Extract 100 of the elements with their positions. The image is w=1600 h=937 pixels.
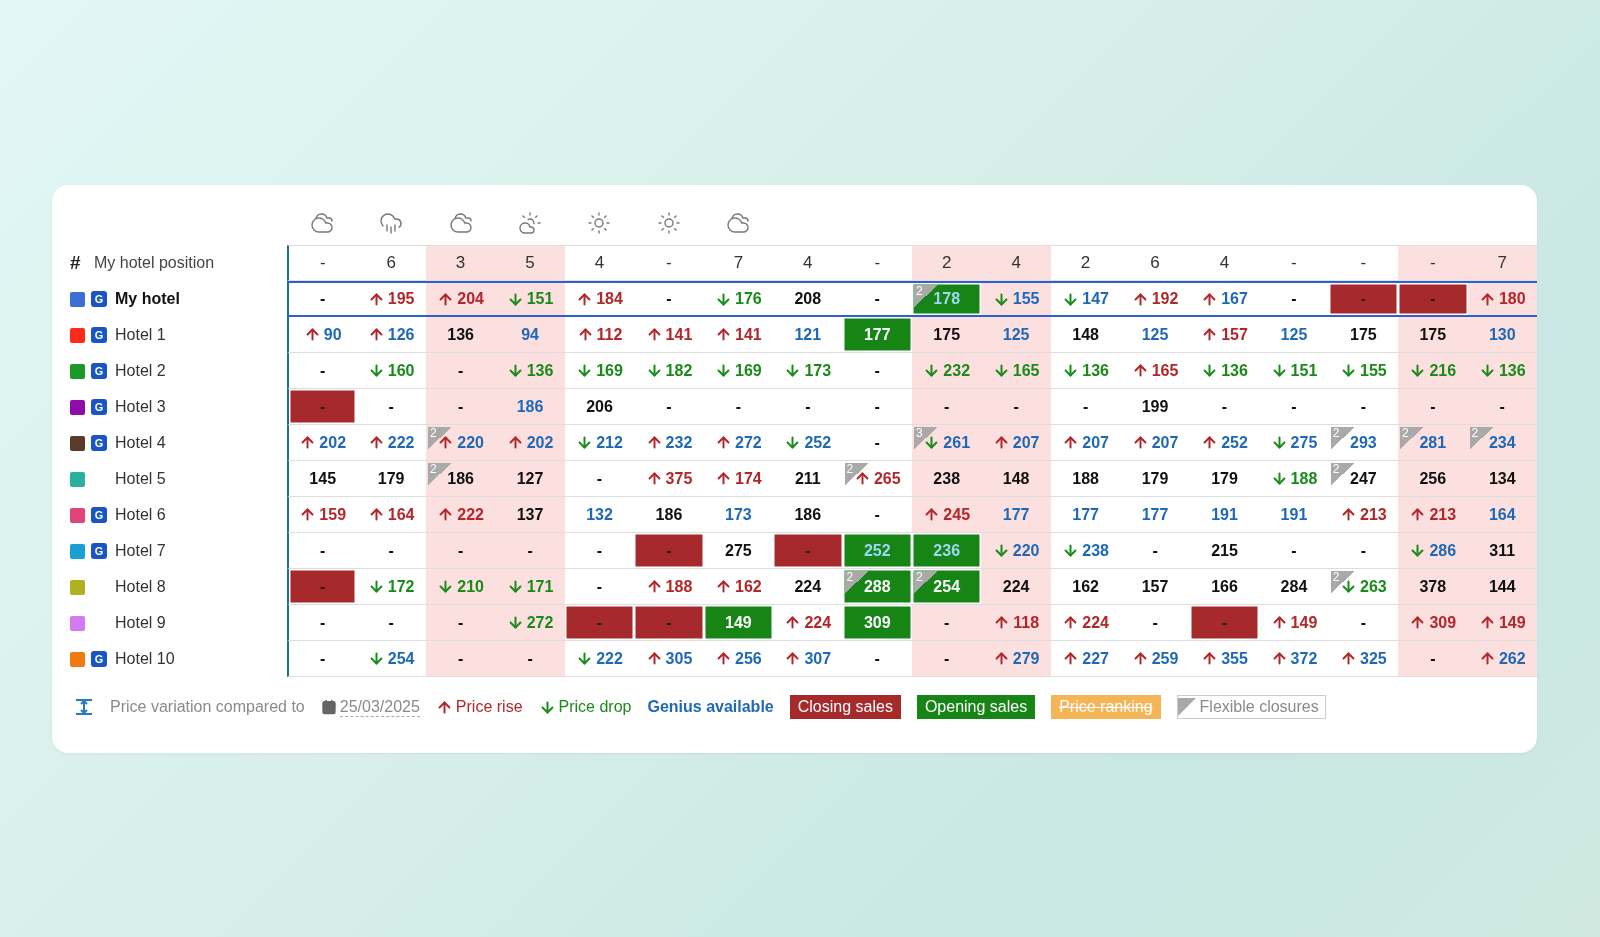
price-value: 286 — [1429, 541, 1457, 560]
price-value: 211 — [794, 469, 821, 488]
position-value: - — [666, 253, 672, 273]
price-value: 252 — [863, 541, 891, 560]
price-value: 145 — [309, 469, 337, 488]
price-value: 175 — [933, 325, 961, 344]
price-value: - — [1221, 613, 1228, 632]
price-value: 245 — [943, 505, 971, 524]
price-value: 215 — [1211, 541, 1238, 560]
price-value: 220 — [457, 433, 484, 452]
price-value: 195 — [387, 290, 415, 308]
position-value: - — [1360, 253, 1367, 273]
price-value: - — [320, 397, 326, 416]
price-value: - — [320, 577, 326, 596]
price-value: 134 — [1488, 469, 1516, 488]
price-value: 188 — [1290, 469, 1318, 488]
price-value: 179 — [1211, 469, 1238, 488]
arrow-down-icon — [992, 362, 1010, 379]
hotel-name: Hotel 9 — [115, 614, 166, 632]
price-value: - — [457, 649, 464, 668]
price-value: 167 — [1221, 290, 1248, 308]
triangle-icon — [1177, 698, 1196, 716]
date-link[interactable]: 25/03/2025 — [339, 697, 420, 717]
price-value: 232 — [943, 361, 971, 380]
price-value: - — [388, 613, 394, 632]
position-value: 6 — [1150, 253, 1160, 273]
price-value: 204 — [457, 290, 484, 308]
price-value: 216 — [1429, 361, 1457, 380]
price-value: - — [1291, 290, 1297, 308]
price-value: 132 — [586, 505, 613, 524]
price-value: - — [1291, 541, 1297, 560]
price-value: - — [944, 649, 950, 668]
price-value: 169 — [596, 361, 623, 380]
arrow-up-icon — [992, 650, 1010, 667]
price-value: 281 — [1419, 433, 1447, 452]
price-value: 191 — [1211, 505, 1238, 524]
price-value: 238 — [933, 469, 961, 488]
price-value: 176 — [735, 290, 762, 308]
price-value: 126 — [387, 325, 415, 344]
price-value: 159 — [319, 505, 347, 524]
hotel-name: Hotel 1 — [115, 326, 166, 344]
price-value: 252 — [804, 433, 832, 452]
price-value: 186 — [655, 505, 683, 524]
price-value: 207 — [1012, 433, 1040, 452]
price-value: 355 — [1221, 649, 1248, 668]
price-value: 136 — [1082, 361, 1109, 380]
price-value: - — [1152, 613, 1158, 632]
legend-chip[interactable]: Opening sales — [916, 695, 1036, 719]
price-value: 262 — [1498, 649, 1526, 668]
price-value: - — [596, 469, 603, 488]
genius-badge: G — [91, 291, 107, 307]
price-value: - — [457, 613, 464, 632]
price-value: 213 — [1429, 505, 1457, 524]
price-value: 165 — [1151, 361, 1179, 380]
price-value: 125 — [1141, 325, 1169, 344]
price-value: - — [320, 613, 326, 632]
price-value: 171 — [526, 577, 554, 596]
price-value: 234 — [1488, 433, 1516, 452]
hotel-name: My hotel — [115, 290, 180, 308]
price-value: 136 — [1498, 361, 1526, 380]
legend-title: Price variation compared to — [110, 698, 305, 716]
price-value: 177 — [1141, 505, 1169, 524]
arrow-up-icon — [645, 578, 663, 595]
row-label: My hotel position — [94, 254, 215, 272]
arrow-up-icon — [1478, 614, 1496, 631]
price-value: - — [527, 649, 533, 668]
price-value: 112 — [596, 325, 623, 344]
price-value: 220 — [1012, 541, 1040, 560]
price-value: 224 — [1002, 577, 1030, 596]
price-value: - — [388, 397, 394, 416]
price-value: 372 — [1290, 649, 1318, 668]
price-value: 311 — [1489, 541, 1516, 560]
legend-chip[interactable]: Price ranking — [1051, 695, 1161, 719]
price-value: 175 — [1350, 325, 1377, 344]
price-value: 222 — [387, 433, 415, 452]
price-value: 261 — [943, 433, 971, 452]
price-value: 157 — [1141, 577, 1169, 596]
price-value: 212 — [596, 433, 623, 452]
legend-chip[interactable]: Flexible closures — [1176, 695, 1326, 719]
price-value: 325 — [1360, 649, 1387, 668]
price-value: 184 — [596, 290, 623, 308]
hotel-name: Hotel 6 — [115, 506, 166, 524]
price-value: 94 — [521, 325, 539, 344]
price-value: 149 — [1290, 613, 1318, 632]
price-value: 155 — [1012, 290, 1040, 308]
position-value: - — [874, 253, 881, 273]
price-value: 309 — [1429, 613, 1457, 632]
price-value: - — [666, 541, 672, 560]
price-value: - — [388, 541, 394, 560]
price-value: - — [596, 577, 603, 596]
price-value: - — [874, 290, 880, 308]
price-value: 173 — [804, 361, 832, 380]
position-value: 3 — [455, 253, 466, 273]
position-value: 4 — [1219, 253, 1230, 273]
price-value: 288 — [863, 577, 891, 596]
price-value: 172 — [387, 577, 415, 596]
legend-chip[interactable]: Closing sales — [789, 695, 901, 719]
price-value: - — [1430, 397, 1436, 416]
genius-badge: G — [91, 327, 107, 343]
arrow-down-icon — [506, 614, 524, 631]
